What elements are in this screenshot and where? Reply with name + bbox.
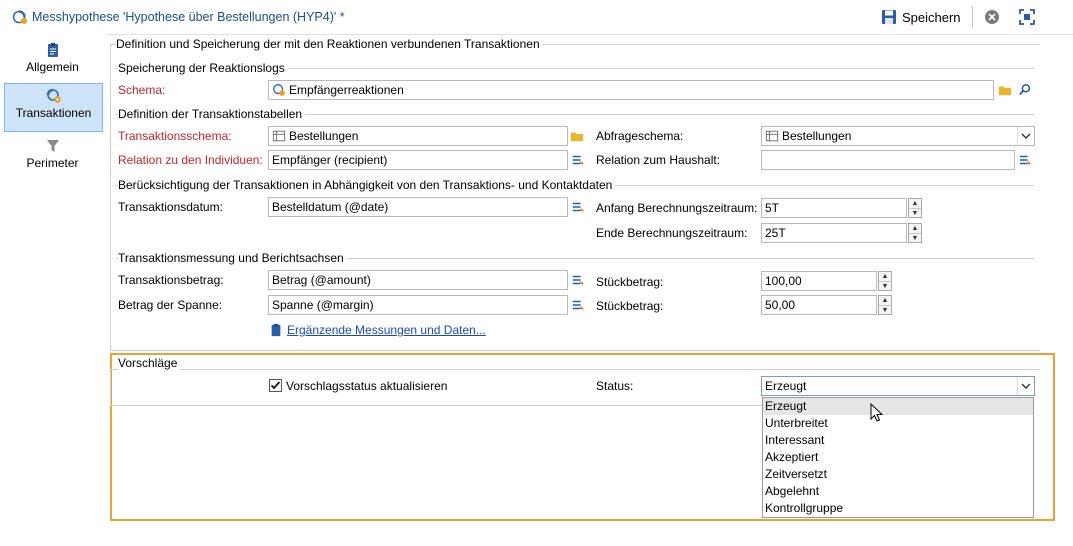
list-edit-icon[interactable] [571, 153, 585, 167]
unit-amount-value: 100,00 [765, 274, 802, 288]
schema-field[interactable]: Empfängerreaktionen [268, 80, 994, 100]
section-consideration: Berücksichtigung der Transaktionen in Ab… [118, 178, 616, 192]
sidebar-item-allgemein[interactable]: Allgemein [4, 38, 101, 82]
unit-amount-label: Stückbetrag: [596, 275, 664, 289]
tx-date-value: Bestelldatum (@date) [272, 200, 389, 214]
query-schema-value: Bestellungen [782, 129, 852, 143]
tx-schema-value: Bestellungen [289, 129, 359, 143]
maximize-icon[interactable] [1018, 8, 1036, 26]
sidebar-item-perimeter[interactable]: Perimeter [4, 134, 101, 178]
transactions-icon [46, 88, 62, 104]
group-title: Definition und Speicherung der mit den R… [116, 37, 543, 51]
status-option[interactable]: Akzeptiert [763, 449, 1033, 466]
tx-date-label: Transaktionsdatum: [118, 200, 223, 214]
start-period-label: Anfang Berechnungszeitraum: [596, 201, 758, 215]
funnel-icon [45, 138, 61, 154]
group-border-bottom [110, 405, 762, 406]
section-reaction-log: Speicherung der Reaktionslogs [118, 61, 288, 75]
tx-date-field[interactable]: Bestelldatum (@date) [268, 197, 568, 217]
save-button[interactable]: Speichern [880, 7, 961, 27]
relation-hh-label: Relation zum Haushalt: [596, 153, 721, 167]
margin-field[interactable]: Spanne (@margin) [268, 295, 568, 315]
end-period-stepper[interactable]: ▲ ▼ [908, 223, 922, 243]
table-icon [272, 129, 286, 143]
schema-value: Empfängerreaktionen [289, 83, 404, 97]
status-option[interactable]: Zeitversetzt [763, 466, 1033, 483]
folder-icon[interactable] [570, 129, 584, 143]
relation-ind-field[interactable]: Empfänger (recipient) [268, 150, 568, 170]
status-option[interactable]: Interessant [763, 432, 1033, 449]
section-proposals: Vorschläge [118, 356, 181, 370]
update-status-checkbox[interactable] [269, 379, 282, 392]
search-icon[interactable] [1018, 83, 1032, 97]
unit-margin-value: 50,00 [765, 298, 796, 312]
sidebar-item-label: Perimeter [26, 156, 79, 170]
clipboard-icon [45, 42, 61, 58]
toolbar-separator [972, 6, 973, 28]
tx-schema-label: Transaktionsschema: [118, 129, 232, 143]
extra-measures-link[interactable]: Ergänzende Messungen und Daten... [287, 323, 486, 337]
save-label: Speichern [902, 9, 961, 25]
status-dropdown-list: Erzeugt Unterbreitet Interessant Akzepti… [762, 397, 1034, 518]
clipboard-icon [269, 323, 283, 337]
status-option[interactable]: Erzeugt [763, 398, 1033, 415]
folder-icon[interactable] [998, 83, 1012, 97]
end-period-value: 25T [765, 226, 786, 240]
chevron-down-icon[interactable] [1017, 377, 1034, 395]
tx-schema-field[interactable]: Bestellungen [268, 126, 568, 146]
unit-margin-field[interactable]: 50,00 [761, 295, 877, 315]
group-border-left [110, 44, 111, 350]
query-schema-select[interactable]: Bestellungen [761, 126, 1035, 146]
end-period-label: Ende Berechnungszeitraum: [596, 226, 748, 240]
close-icon[interactable] [983, 8, 1001, 26]
list-edit-icon[interactable] [1018, 153, 1032, 167]
status-value: Erzeugt [765, 379, 807, 393]
schema-label: Schema: [118, 83, 166, 97]
status-option[interactable]: Kontrollgruppe [763, 500, 1033, 517]
amount-value: Betrag (@amount) [272, 273, 371, 287]
end-period-field[interactable]: 25T [761, 223, 907, 243]
margin-value: Spanne (@margin) [272, 298, 374, 312]
unit-amount-stepper[interactable]: ▲ ▼ [878, 271, 892, 291]
schema-icon [272, 83, 286, 97]
status-option[interactable]: Unterbreitet [763, 415, 1033, 432]
amount-label: Transaktionsbetrag: [118, 273, 224, 287]
status-select[interactable]: Erzeugt [761, 376, 1035, 396]
section-tables: Definition der Transaktionstabellen [118, 107, 306, 121]
group-border-left [110, 369, 111, 405]
save-icon [880, 8, 898, 26]
section-measure: Transaktionsmessung und Berichtsachsen [118, 251, 347, 265]
sidebar-item-label: Transaktionen [15, 106, 92, 120]
list-edit-icon[interactable] [571, 298, 585, 312]
relation-hh-field[interactable] [761, 150, 1015, 170]
status-option[interactable]: Abgelehnt [763, 483, 1033, 500]
unit-margin-stepper[interactable]: ▲ ▼ [878, 295, 892, 315]
unit-margin-label: Stückbetrag: [596, 299, 664, 313]
update-status-label: Vorschlagsstatus aktualisieren [286, 379, 448, 393]
relation-ind-value: Empfänger (recipient) [272, 153, 388, 167]
unit-amount-field[interactable]: 100,00 [761, 271, 877, 291]
start-period-field[interactable]: 5T [761, 198, 907, 218]
group-border-bottom [110, 350, 1040, 351]
list-edit-icon[interactable] [571, 200, 585, 214]
mouse-cursor-icon [870, 402, 884, 426]
query-schema-label: Abfrageschema: [596, 129, 684, 143]
amount-field[interactable]: Betrag (@amount) [268, 270, 568, 290]
start-period-stepper[interactable]: ▲ ▼ [908, 198, 922, 218]
sidebar-item-transaktionen[interactable]: Transaktionen [4, 83, 103, 132]
relation-ind-label: Relation zu den Individuen: [118, 153, 263, 167]
sidebar: Allgemein Transaktionen Perimeter [0, 34, 106, 546]
hypothesis-icon [12, 9, 28, 28]
section-divider [110, 369, 1040, 370]
table-icon [765, 129, 779, 143]
status-label: Status: [596, 379, 634, 393]
margin-label: Betrag der Spanne: [118, 298, 223, 312]
sidebar-item-label: Allgemein [26, 60, 79, 74]
chevron-down-icon[interactable] [1017, 127, 1034, 145]
start-period-value: 5T [765, 201, 780, 215]
window-title: Messhypothese 'Hypothese über Bestellung… [32, 10, 345, 24]
list-edit-icon[interactable] [571, 273, 585, 287]
title-bar: Messhypothese 'Hypothese über Bestellung… [0, 0, 1073, 35]
